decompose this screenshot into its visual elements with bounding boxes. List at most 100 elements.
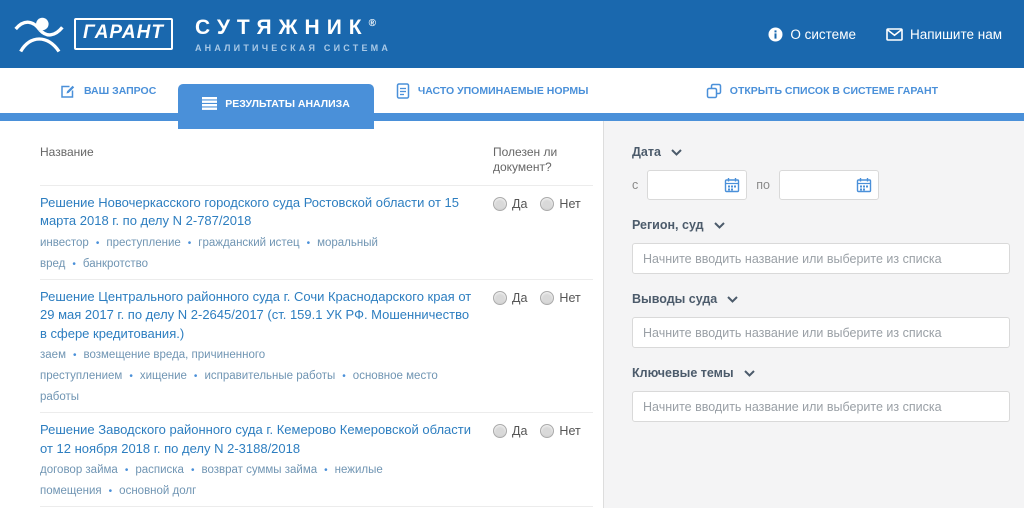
topics-filter-toggle[interactable]: Ключевые темы — [632, 366, 1008, 380]
tag-separator: • — [190, 465, 195, 477]
tabs: Ваш запрос Результаты анализа — [0, 76, 1024, 129]
chevron-down-icon — [727, 295, 738, 303]
result-title-link[interactable]: Решение Новочеркасского городского суда … — [40, 194, 479, 231]
list-icon — [202, 97, 218, 110]
result-tags: договор займа • расписка • возврат суммы зай… — [40, 460, 479, 502]
chevron-down-icon — [713, 221, 725, 229]
date-range-row: с по — [632, 170, 1008, 200]
radio-no[interactable]: Нет — [540, 197, 581, 211]
filter-section-region: Регион, суд — [632, 218, 1010, 274]
tab-your-request[interactable]: Ваш запрос — [46, 83, 170, 113]
table-row: Решение Заводского районного суда г. Кем… — [40, 412, 593, 506]
date-from-wrap — [647, 170, 748, 200]
garant-logo-text: ГАРАНТ — [74, 18, 173, 50]
tab-label: Результаты анализа — [225, 97, 350, 110]
table-row: Решение Центрального районного суда г. С… — [40, 278, 593, 412]
result-tag[interactable]: инвестор — [40, 237, 89, 249]
tab-analysis-results[interactable]: Результаты анализа — [178, 84, 374, 129]
contact-us-label: Напишите нам — [909, 26, 1002, 42]
radio-circle-icon — [540, 197, 555, 211]
tag-separator: • — [187, 237, 192, 249]
garant-logo[interactable]: ГАРАНТ — [0, 14, 173, 54]
name-column-header: Название — [40, 145, 94, 159]
mail-icon — [886, 27, 903, 41]
radio-circle-icon — [493, 424, 507, 439]
radio-yes[interactable]: Да — [493, 424, 528, 439]
copy-icon — [706, 83, 722, 99]
tab-label: Ваш запрос — [84, 85, 157, 97]
radio-no[interactable]: Нет — [540, 424, 581, 439]
radio-circle-icon — [540, 424, 555, 439]
result-tag[interactable]: договор займа — [40, 464, 118, 476]
result-tag[interactable]: расписка — [135, 464, 184, 476]
conclusions-filter-label: Выводы суда — [632, 292, 718, 306]
radio-yes[interactable]: Да — [493, 197, 527, 211]
date-to-wrap — [778, 170, 879, 200]
header-links: О системе Напишите нам — [768, 27, 1024, 42]
calendar-icon[interactable] — [724, 177, 740, 193]
contact-us-link[interactable]: Напишите нам — [886, 27, 1002, 42]
result-tag[interactable]: банкротство — [83, 258, 148, 270]
tag-separator: • — [108, 486, 113, 498]
filters-panel: Дата с по Регион, суд Начните вводить на… — [603, 121, 1024, 508]
usefulness-radio-group: Да Нет — [493, 421, 593, 502]
topics-filter-label: Ключевые темы — [632, 366, 734, 380]
results-list: Решение Новочеркасского городского суда … — [40, 185, 593, 508]
chevron-down-icon — [671, 148, 682, 156]
table-row: Решение Новочеркасского городского суда … — [40, 185, 593, 279]
region-filter-toggle[interactable]: Регион, суд — [632, 218, 1008, 232]
tab-bar: Ваш запрос Результаты анализа — [0, 68, 1024, 129]
radio-label-yes: Да — [512, 424, 528, 439]
filter-section-date: Дата с по — [632, 145, 1008, 200]
date-to-label: по — [756, 178, 770, 192]
radio-label-no: Нет — [559, 424, 581, 439]
result-tag[interactable]: хищение — [140, 370, 187, 382]
result-tag[interactable]: преступление — [106, 237, 180, 249]
radio-label-no: Нет — [559, 197, 581, 211]
chevron-down-icon — [743, 369, 755, 377]
result-tags: заем • возмещение вреда, причиненного прес… — [40, 345, 479, 408]
date-filter-label: Дата — [632, 145, 661, 159]
app-header: ГАРАНТ СУТЯЖНИК® АНАЛИТИЧЕСКАЯ СИСТЕМА О… — [0, 0, 1024, 68]
result-title-link[interactable]: Решение Центрального районного суда г. С… — [40, 288, 479, 343]
tag-separator: • — [124, 465, 129, 477]
topics-filter-input[interactable] — [632, 391, 1010, 422]
about-system-link[interactable]: О системе — [768, 27, 856, 42]
result-tag[interactable]: заем — [40, 349, 66, 361]
radio-no[interactable]: Нет — [540, 290, 581, 305]
open-list-label: Открыть список в системе Гарант — [729, 85, 938, 97]
app-title: СУТЯЖНИК® — [194, 15, 376, 39]
result-tag[interactable]: основной долг — [119, 485, 196, 497]
tag-separator: • — [193, 371, 198, 383]
open-list-in-garant-link[interactable]: Открыть список в системе Гарант — [706, 83, 938, 113]
results-column-headers: Название Полезен ли документ? — [40, 145, 593, 185]
filter-section-topics: Ключевые темы — [632, 366, 1010, 422]
tag-separator: • — [72, 258, 76, 270]
region-filter-input[interactable] — [632, 243, 1010, 274]
tag-separator: • — [95, 237, 100, 249]
conclusions-filter-input[interactable] — [632, 317, 1010, 348]
registered-mark: ® — [368, 17, 376, 29]
app-subtitle: АНАЛИТИЧЕСКАЯ СИСТЕМА — [194, 42, 392, 53]
pencil-icon — [60, 83, 76, 99]
result-tag[interactable]: возврат суммы займа — [201, 464, 317, 476]
region-filter-label: Регион, суд — [632, 218, 704, 232]
tab-label: Часто упоминаемые нормы — [417, 85, 589, 97]
date-filter-toggle[interactable]: Дата — [632, 145, 1008, 159]
tag-separator: • — [342, 371, 346, 383]
document-icon — [396, 83, 410, 99]
results-panel: Название Полезен ли документ? Решение Но… — [0, 121, 603, 508]
useful-column-header: Полезен ли документ? — [493, 145, 558, 174]
result-tag[interactable]: гражданский истец — [198, 237, 299, 249]
tag-separator: • — [72, 350, 77, 362]
tab-frequent-norms[interactable]: Часто упоминаемые нормы — [382, 83, 603, 113]
tag-separator: • — [324, 465, 328, 477]
result-tag[interactable]: исправительные работы — [204, 370, 335, 382]
radio-yes[interactable]: Да — [493, 290, 528, 305]
app-title-block: СУТЯЖНИК® АНАЛИТИЧЕСКАЯ СИСТЕМА — [195, 16, 391, 53]
conclusions-filter-toggle[interactable]: Выводы суда — [632, 292, 1008, 306]
calendar-icon[interactable] — [856, 177, 872, 193]
main-content: Название Полезен ли документ? Решение Но… — [0, 121, 1024, 508]
result-title-link[interactable]: Решение Заводского районного суда г. Кем… — [40, 421, 479, 458]
radio-label-yes: Да — [512, 290, 528, 305]
